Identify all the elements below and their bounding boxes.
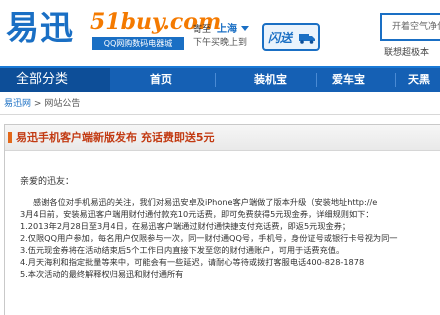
title-marker <box>8 132 12 143</box>
nav-divider <box>316 73 317 87</box>
region-label: 寄至 <box>193 25 212 35</box>
region-selector[interactable]: 上海 <box>217 24 237 36</box>
announcement-panel: 易迅手机客户端新版发布 充话费即送5元 亲爱的迅友： 感谢各位对手机易迅的关注，… <box>4 124 440 315</box>
truck-icon <box>299 34 315 44</box>
hot-search-link[interactable]: 联想超极本 <box>384 45 429 58</box>
divider <box>0 114 440 115</box>
badge-label: 闪送 <box>268 31 293 45</box>
breadcrumb-home[interactable]: 易迅网 <box>4 99 31 109</box>
announcement-rule: 5.本次活动的最终解释权归易迅和财付通所有 <box>20 269 184 279</box>
announcement-paragraph: 3月4日前，安装易迅客户端用财付通付款充10元话费，即可免费获得5元现金券，详细… <box>20 209 374 219</box>
greeting-text: 亲爱的迅友： <box>20 177 75 187</box>
chevron-down-icon[interactable] <box>241 26 249 31</box>
announcement-title-bar: 易迅手机客户端新版发布 充话费即送5元 <box>5 125 440 151</box>
site-logo[interactable]: 易迅 <box>6 8 74 48</box>
breadcrumb-current: 网站公告 <box>44 99 81 109</box>
announcement-rule: 1.2013年2月28日至3月4日，在易迅客户端通过财付通快捷支付充话费，即返5… <box>20 221 351 231</box>
announcement-paragraph: 感谢各位对手机易迅的关注，我们对易迅安卓及iPhone客户端做了版本升级（安装地… <box>33 197 378 207</box>
announcement-rule: 4.月天海利和指定批量等来中，可能会有一些延迟，请耐心等待或拨打客服电话400-… <box>20 257 365 267</box>
nav-divider <box>215 73 216 87</box>
announcement-rule: 3.伍元现金券将在活动结束后5个工作日内直接下发至您的财付通账户，可用于话费充值… <box>20 245 345 255</box>
nav-item-tianhei[interactable]: 天黑 <box>408 68 430 92</box>
express-delivery-badge[interactable]: 闪送 <box>262 23 320 51</box>
nav-item-home[interactable]: 首页 <box>150 68 172 92</box>
nav-item-car[interactable]: 爱车宝 <box>332 68 365 92</box>
announcement-rule: 2.仅限QQ用户参加，每名用户仅限参与一次，同一财付通QQ号，手机号，身份证号或… <box>20 233 398 243</box>
delivery-hint: 下午买晚上到 <box>193 38 248 48</box>
51buy-logo-subtitle: QQ网购数码电器城 <box>92 37 184 50</box>
breadcrumb-separator: > <box>33 99 42 109</box>
all-categories-button[interactable]: 全部分类 <box>0 68 110 92</box>
nav-divider <box>395 73 396 87</box>
breadcrumb: 易迅网 > 网站公告 <box>4 98 80 110</box>
announcement-title: 易迅手机客户端新版发布 充话费即送5元 <box>16 131 215 144</box>
search-input[interactable]: 开着空气净化 <box>380 13 440 41</box>
main-nav: 全部分类 首页 装机宝 爱车宝 天黑 <box>0 66 440 92</box>
nav-item-pc-builder[interactable]: 装机宝 <box>254 68 287 92</box>
site-header: 易迅 51buy.com QQ网购数码电器城 寄至 上海 下午买晚上到 闪送 开… <box>0 0 440 66</box>
